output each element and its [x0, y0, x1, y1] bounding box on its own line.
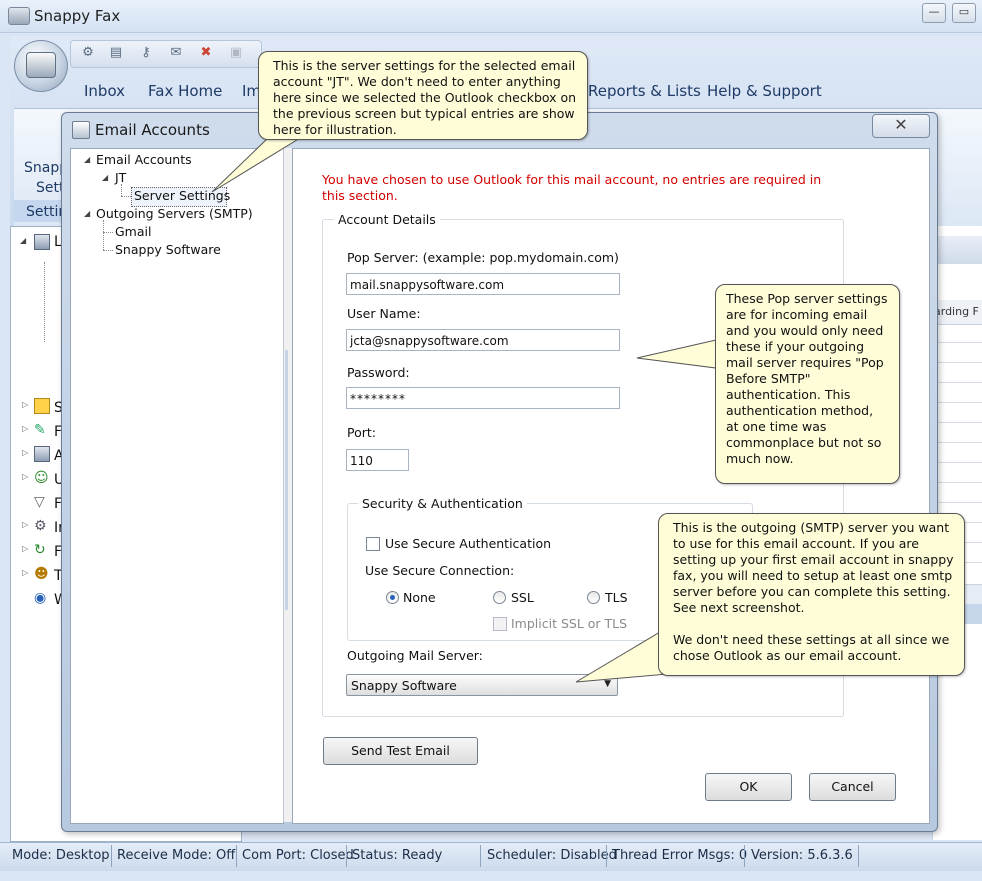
callout-tail-top	[211, 137, 302, 193]
callout-server-settings: This is the server settings for the sele…	[258, 51, 588, 140]
callout-pop-settings: These Pop server settings are for incomi…	[715, 284, 900, 484]
callout-smtp-settings: This is the outgoing (SMTP) server you w…	[658, 513, 965, 676]
callout-smtp-text-1: This is the outgoing (SMTP) server you w…	[673, 520, 954, 615]
callout-tail-pop	[636, 339, 717, 369]
callout-smtp-text-2: We don't need these settings at all sinc…	[673, 632, 950, 663]
